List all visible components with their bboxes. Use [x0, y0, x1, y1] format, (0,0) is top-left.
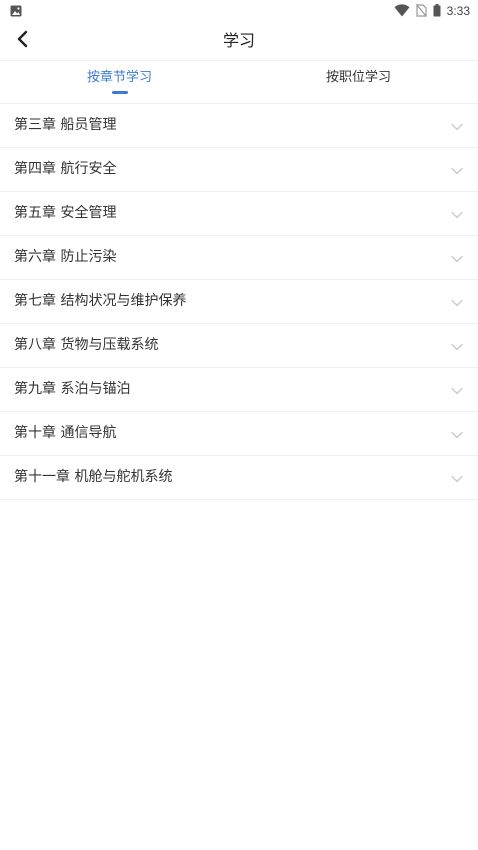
- chapter-label: 第四章 航行安全: [14, 161, 117, 177]
- chapter-item[interactable]: 第六章 防止污染: [0, 236, 478, 280]
- chapter-list: 第三章 船员管理 第四章 航行安全 第五章 安全管理 第六章 防止污染 第七章 …: [0, 104, 478, 500]
- image-notification-icon: [10, 2, 22, 21]
- status-left: [10, 2, 22, 21]
- chapter-item[interactable]: 第八章 货物与压载系统: [0, 324, 478, 368]
- page-title: 学习: [222, 31, 255, 50]
- tab-active-indicator: [111, 91, 128, 94]
- chapter-label: 第八章 货物与压载系统: [14, 337, 159, 353]
- chapter-label: 第五章 安全管理: [14, 205, 117, 221]
- status-time: 3:33: [446, 4, 470, 18]
- chapter-item[interactable]: 第九章 系泊与锚泊: [0, 368, 478, 412]
- status-right: 3:33: [394, 2, 470, 21]
- chapter-label: 第十章 通信导航: [14, 425, 117, 441]
- chevron-down-icon: [450, 119, 464, 133]
- battery-icon: [433, 2, 441, 21]
- chapter-item[interactable]: 第十章 通信导航: [0, 412, 478, 456]
- chevron-down-icon: [450, 163, 464, 177]
- chapter-label: 第十一章 机舱与舵机系统: [14, 469, 173, 485]
- chevron-down-icon: [450, 251, 464, 265]
- chapter-label: 第七章 结构状况与维护保养: [14, 293, 187, 309]
- chapter-label: 第六章 防止污染: [14, 249, 117, 265]
- chapter-item[interactable]: 第十一章 机舱与舵机系统: [0, 456, 478, 500]
- header: 学习: [0, 22, 478, 61]
- chapter-item[interactable]: 第五章 安全管理: [0, 192, 478, 236]
- chevron-down-icon: [450, 383, 464, 397]
- no-sim-icon: [415, 2, 427, 21]
- tab-label: 按职位学习: [325, 70, 391, 85]
- tab-by-position[interactable]: 按职位学习: [239, 61, 478, 103]
- chevron-down-icon: [450, 471, 464, 485]
- tab-label: 按章节学习: [86, 70, 152, 85]
- chapter-item[interactable]: 第四章 航行安全: [0, 148, 478, 192]
- chevron-down-icon: [450, 207, 464, 221]
- wifi-icon: [394, 2, 410, 21]
- chevron-down-icon: [450, 427, 464, 441]
- chapter-item[interactable]: 第三章 船员管理: [0, 104, 478, 148]
- chapter-label: 第三章 船员管理: [14, 117, 117, 133]
- status-bar: 3:33: [0, 0, 478, 22]
- chevron-down-icon: [450, 295, 464, 309]
- tab-by-chapter[interactable]: 按章节学习: [0, 61, 239, 103]
- chevron-down-icon: [450, 339, 464, 353]
- chapter-label: 第九章 系泊与锚泊: [14, 381, 131, 397]
- tab-bar: 按章节学习 按职位学习: [0, 61, 478, 104]
- chapter-item[interactable]: 第七章 结构状况与维护保养: [0, 280, 478, 324]
- screen: 3:33 学习 按章节学习 按职位学习 第三章 船员管理 第四章 航行安全 第五…: [0, 0, 478, 850]
